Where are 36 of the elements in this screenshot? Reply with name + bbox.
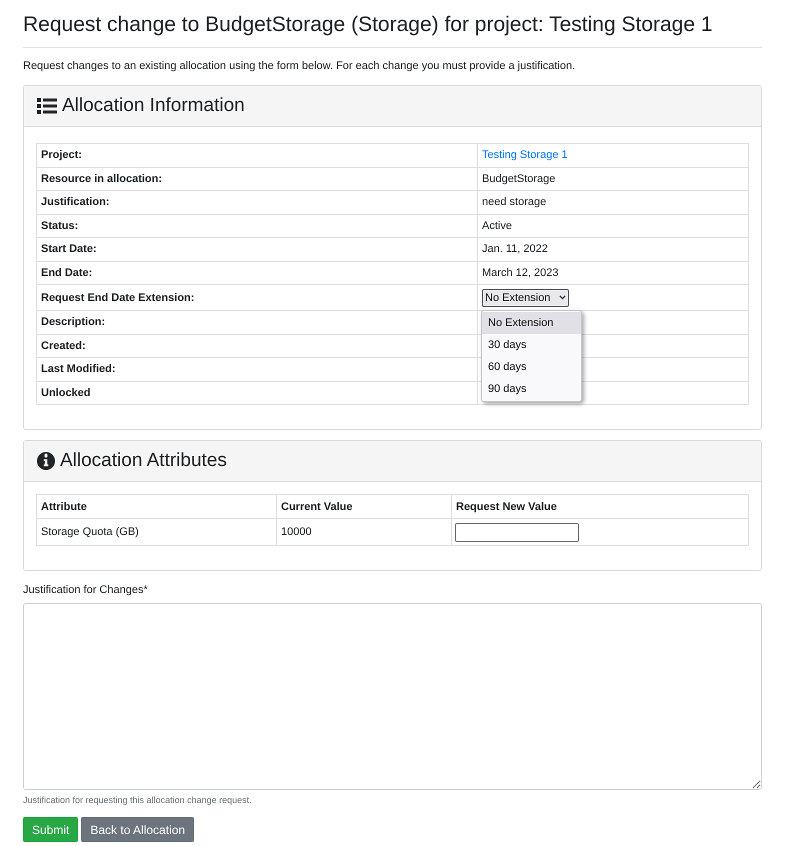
field-value: March 12, 2023 xyxy=(478,261,748,284)
help-text: Justification for requesting this allocation change request. xyxy=(23,795,252,806)
new-value-input[interactable] xyxy=(455,522,579,542)
field-label: Status: xyxy=(36,214,478,238)
intro-text: Request changes to an existing allocation using the form below. For each change you must provide a justification. xyxy=(23,59,576,73)
field-label: Unlocked xyxy=(36,381,478,404)
field-label: Last Modified: xyxy=(36,358,478,381)
info-icon xyxy=(37,452,55,470)
field-label: Resource in allocation: xyxy=(36,167,478,190)
chevron-down-icon xyxy=(559,295,566,300)
card-title: Allocation Attributes xyxy=(60,450,227,472)
field-label: Request End Date Extension: xyxy=(36,284,478,310)
dropdown-option[interactable]: No Extension xyxy=(482,312,581,334)
field-label: Created: xyxy=(36,334,478,358)
field-label: Start Date: xyxy=(36,238,478,261)
dropdown-option[interactable]: 90 days xyxy=(482,378,581,400)
list-icon xyxy=(37,98,57,114)
field-value: Active xyxy=(478,214,748,238)
column-header: Current Value xyxy=(276,494,452,518)
table-cell: 10000 xyxy=(276,518,452,546)
field-label: End Date: xyxy=(36,261,478,284)
card-title: Allocation Information xyxy=(62,95,245,117)
field-value: need storage xyxy=(478,190,748,214)
field-label: Justification for Changes* xyxy=(23,583,148,597)
extension-select[interactable]: No Extension xyxy=(482,288,569,306)
table-cell: Storage Quota (GB) xyxy=(36,518,276,546)
field-label: Description: xyxy=(36,310,478,334)
page-title: Request change to BudgetStorage (Storage) for project: Testing Storage 1 xyxy=(23,12,713,38)
field-label: Project: xyxy=(36,144,478,167)
project-link[interactable]: Testing Storage 1 xyxy=(482,149,568,162)
column-header: Request New Value xyxy=(452,494,748,518)
back-button[interactable]: Back to Allocation xyxy=(81,817,194,842)
field-label: Justification: xyxy=(36,190,478,214)
field-value: BudgetStorage xyxy=(478,167,748,190)
column-header: Attribute xyxy=(36,494,276,518)
field-value: Jan. 11, 2022 xyxy=(478,238,748,261)
